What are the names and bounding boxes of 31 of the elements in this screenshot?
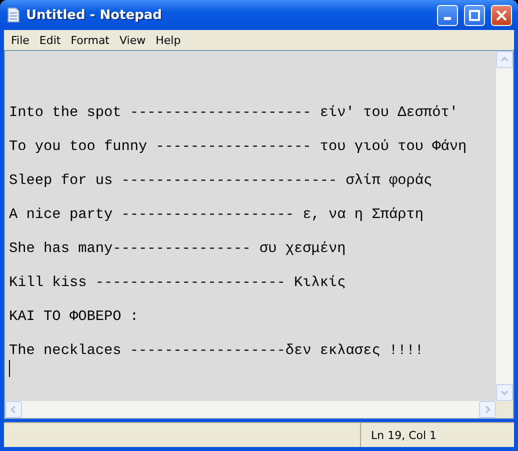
text-line: Into the spot --------------------- είν' του Δεσπότ' [9,105,458,122]
scrollbar-corner [496,401,513,418]
scroll-down-icon[interactable] [496,384,513,401]
text-line: Sleep for us ------------------------- σλίπ φοράς [9,173,432,190]
menu-item[interactable]: File [6,34,34,46]
scroll-left-icon[interactable] [5,401,22,418]
menu-item[interactable]: Format [66,34,114,46]
scroll-up-icon[interactable] [496,51,513,68]
close-button[interactable] [491,4,512,26]
vertical-scrollbar[interactable] [496,51,513,401]
window-title: Untitled - Notepad [26,8,163,22]
menu-item[interactable]: View [114,34,151,46]
text-editor[interactable] [4,50,514,419]
scroll-right-icon[interactable] [479,401,496,418]
text-line: She has many---------------- συ χεσμένη [9,241,346,258]
close-icon [496,10,507,20]
text-line: The necklaces ------------------δεν εκλασες !!!! [9,343,424,360]
text-line: Kill kiss ---------------------- Κιλκίς [9,275,346,292]
minimize-button[interactable] [437,4,458,26]
cursor-position: Ln 19, Col 1 [360,423,500,447]
text-line: A nice party -------------------- ε, να η Σπάρτη [9,207,424,224]
menu-item[interactable]: Help [150,34,186,46]
minimize-icon [444,16,451,20]
maximize-icon [469,10,480,20]
text-line: To you too funny ------------------ του γιού του Φάνη [9,139,467,156]
notepad-icon [6,7,20,23]
menu-item[interactable]: Edit [34,34,66,46]
horizontal-scrollbar[interactable] [5,401,496,418]
text-line: ΚΑΙ ΤΟ ΦΟΒΕΡΟ : [9,309,139,326]
maximize-button[interactable] [464,4,485,26]
text-cursor [9,360,10,377]
